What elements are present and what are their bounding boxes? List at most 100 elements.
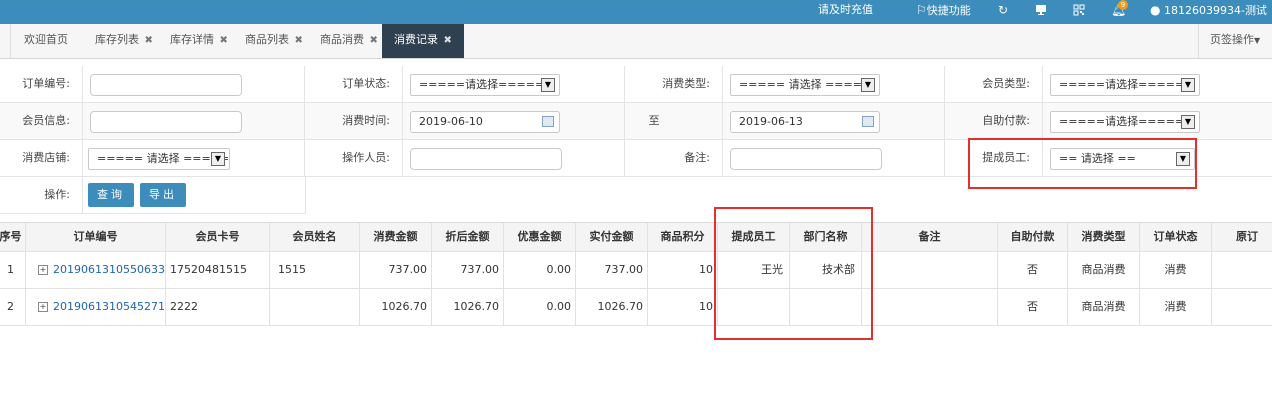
operator-input[interactable] [410,148,562,170]
consume-records-table: 序号 订单编号 会员卡号 会员姓名 消费金额 折后金额 优惠金额 实付金额 商品… [0,222,1272,326]
chevron-down-icon: ▼ [1181,78,1195,92]
shortcut-menu[interactable]: ⚐快捷功能 [916,0,971,24]
close-icon[interactable]: ✖ [444,35,452,46]
row-index: 1 [0,252,26,288]
order-no-link[interactable]: 2019061310550633 [53,263,165,276]
self-pay-cell: 否 [998,252,1068,288]
order-no-cell: +2019061310545271 [26,289,166,325]
chevron-down-icon: ▼ [211,152,225,166]
amount-cell: 1026.70 [360,289,432,325]
tab-welcome[interactable]: 欢迎首页 [24,24,68,58]
consume-type-select[interactable]: ===== 请选择 ===== ▼ [730,74,880,96]
close-icon[interactable]: ✖ [220,35,228,46]
tab-inventory-list[interactable]: 库存列表 ✖ [95,24,153,58]
tab-product-list[interactable]: 商品列表 ✖ [245,24,303,58]
close-icon[interactable]: ✖ [295,35,303,46]
table-row[interactable]: 1 +2019061310550633 17520481515 1515 737… [0,252,1272,289]
order-no-link[interactable]: 2019061310545271 [53,300,165,313]
filter-row: 会员信息: 消费时间: 2019-06-10 至 2019-06-13 自助付款… [0,103,1272,140]
store-select[interactable]: ===== 请选择 ===== ▼ [88,148,230,170]
calendar-icon[interactable] [542,116,554,127]
column-header: 订单状态 [1140,223,1212,251]
member-info-input[interactable] [90,111,242,133]
action-label: 操作: [44,188,70,201]
tab-consume-records[interactable]: 消费记录 ✖ [382,24,464,58]
column-header: 原订 [1236,230,1258,243]
chevron-down-icon: ▼ [541,78,555,92]
column-header: 会员姓名 [270,223,360,251]
date-to-input[interactable]: 2019-06-13 [730,111,880,133]
consume-type-cell: 商品消费 [1068,289,1140,325]
original-order-cell [1212,289,1272,325]
row-index: 2 [0,289,26,325]
order-no-input[interactable] [90,74,242,96]
column-header: 优惠金额 [504,223,576,251]
self-pay-label: 自助付款: [982,114,1030,127]
consume-type-label: 消费类型: [662,77,710,90]
calendar-icon[interactable] [862,116,874,127]
discounted-cell: 1026.70 [432,289,504,325]
chevron-down-icon: ▼ [861,78,875,92]
card-no-cell: 17520481515 [166,252,270,288]
order-status-label: 订单状态: [342,77,390,90]
remark-label: 备注: [684,151,710,164]
recharge-link[interactable]: 请及时充值 [818,0,873,24]
promo-cell: 0.00 [504,289,576,325]
order-no-label: 订单编号: [22,77,70,90]
order-no-cell: +2019061310550633 [26,252,166,288]
points-cell: 10 [648,252,718,288]
notification-badge: 9 [1118,0,1128,10]
self-pay-select[interactable]: =====请选择===== ▼ [1050,111,1200,133]
action-row: 操作: 查询 导出 [0,177,306,214]
order-status-cell: 消费 [1140,289,1212,325]
refresh-icon[interactable]: ↻ [998,0,1008,24]
order-status-cell: 消费 [1140,252,1212,288]
user-menu[interactable]: ● 18126039934-测试 [1150,0,1267,24]
member-info-label: 会员信息: [22,114,70,127]
filter-row: 订单编号: 订单状态: =====请选择===== ▼ 消费类型: ===== 请… [0,66,1272,103]
member-type-label: 会员类型: [982,77,1030,90]
tab-product-consume[interactable]: 商品消费 ✖ [320,24,378,58]
close-icon[interactable]: ✖ [370,35,378,46]
self-pay-cell: 否 [998,289,1068,325]
card-no-cell: 2222 [166,289,270,325]
column-header: 商品积分 [648,223,718,251]
amount-cell: 737.00 [360,252,432,288]
monitor-icon[interactable] [1035,0,1047,24]
store-label: 消费店铺: [22,151,70,164]
member-name-cell: 1515 [270,252,360,288]
to-label: 至 [648,114,660,127]
highlight-box-staff-columns [714,207,873,340]
shortcut-label: 快捷功能 [926,4,971,17]
close-icon[interactable]: ✖ [145,35,153,46]
order-status-select[interactable]: =====请选择===== ▼ [410,74,560,96]
member-type-select[interactable]: =====请选择===== ▼ [1050,74,1200,96]
qrcode-icon[interactable] [1073,0,1085,24]
expand-icon[interactable]: + [38,302,48,312]
user-icon: ● [1150,3,1161,17]
column-header: 订单编号 [26,223,166,251]
member-name-cell [270,289,360,325]
consume-type-cell: 商品消费 [1068,252,1140,288]
paid-cell: 1026.70 [576,289,648,325]
page-ops-menu[interactable]: 页签操作▼ [1210,24,1260,58]
date-from-input[interactable]: 2019-06-10 [410,111,560,133]
discounted-cell: 737.00 [432,252,504,288]
column-header: 备注 [862,223,998,251]
table-row[interactable]: 2 +2019061310545271 2222 1026.70 1026.70… [0,289,1272,326]
export-button[interactable]: 导出 [140,183,186,207]
flag-icon: ⚐ [916,3,927,17]
query-button[interactable]: 查询 [88,183,134,207]
column-header: 实付金额 [576,223,648,251]
tab-inventory-detail[interactable]: 库存详情 ✖ [170,24,228,58]
column-header: 消费类型 [1068,223,1140,251]
remark-input[interactable] [730,148,882,170]
column-header: 折后金额 [432,223,504,251]
operator-label: 操作人员: [342,151,390,164]
caret-down-icon: ▼ [1254,36,1261,45]
original-order-cell [1212,252,1272,288]
column-header: 序号 [0,223,26,251]
remark-cell [862,252,998,288]
promo-cell: 0.00 [504,252,576,288]
expand-icon[interactable]: + [38,265,48,275]
